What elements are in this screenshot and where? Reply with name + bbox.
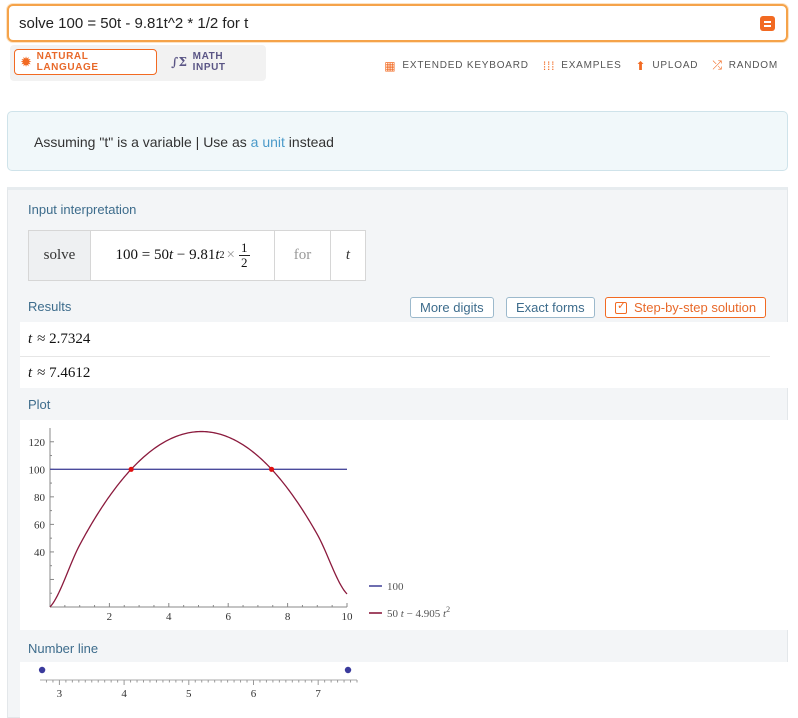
x-tick-label: 4 [166, 611, 172, 623]
upload-icon: ⬆ [635, 58, 647, 73]
equation-exponent: 2 [219, 250, 225, 261]
random-label: RANDOM [728, 60, 778, 71]
compute-icon[interactable] [760, 16, 775, 31]
search-bar[interactable]: solve 100 = 50t - 9.81t^2 * 1/2 for t [7, 4, 788, 42]
result-divider [20, 356, 770, 357]
tab-natural-language-label: NATURAL LANGUAGE [36, 51, 99, 73]
number-line-point [344, 666, 352, 674]
checkbox-icon [615, 299, 627, 314]
x-tick-label: 8 [285, 611, 291, 623]
results-panel: Input interpretation solve 100 = 50 t − … [7, 187, 789, 718]
step-by-step-button[interactable]: Step-by-step solution [605, 297, 767, 318]
number-line-point [38, 666, 46, 674]
legend-label-parabola: 50 t − 4.905 t2 [387, 605, 450, 620]
number-line-tick-label: 3 [57, 688, 63, 700]
number-line-tick-label: 6 [251, 688, 257, 700]
intersection-point [268, 466, 275, 472]
input-interpretation-table: solve 100 = 50 t − 9.81 t2 × 1 2 for t [28, 230, 366, 281]
intersection-point [128, 466, 134, 472]
number-line-title: Number line [28, 641, 99, 656]
examples-button[interactable]: ⁞⁞⁞ EXAMPLES [543, 58, 622, 73]
result-line-2: t ≈ 7.4612 [28, 365, 90, 382]
x-tick-label: 10 [342, 611, 354, 623]
gear-icon: ✹ [21, 55, 32, 69]
result-approx: ≈ [37, 365, 46, 381]
extended-keyboard-label: EXTENDED KEYBOARD [402, 60, 529, 71]
tab-math-input[interactable]: ∫Σ MATH INPUT [165, 49, 263, 75]
series-line-parabola [49, 430, 348, 608]
grid-dots-icon: ⁞⁞⁞ [542, 58, 556, 73]
result-value: 2.7324 [49, 331, 91, 347]
equation-times: × [226, 247, 235, 263]
result-var: t [28, 331, 33, 347]
number-line-tick-label: 7 [315, 688, 321, 700]
input-mode-tabs: ✹ NATURAL LANGUAGE ∫Σ MATH INPUT [10, 45, 266, 81]
equation-mid: − 9.81 [173, 247, 216, 263]
assumption-prefix: Assuming "t" is a variable | Use as [34, 134, 251, 150]
search-input[interactable]: solve 100 = 50t - 9.81t^2 * 1/2 for t [19, 15, 248, 32]
legend-label-100: 100 [387, 581, 404, 593]
y-tick-label: 100 [29, 464, 46, 476]
more-digits-button[interactable]: More digits [410, 297, 494, 318]
assumption-box: Assuming "t" is a variable | Use as a un… [7, 111, 788, 171]
interp-var-cell: t [345, 247, 351, 263]
fraction-numerator: 1 [239, 240, 250, 256]
shuffle-icon: ⤮ [712, 58, 723, 72]
math-input-icon: ∫Σ [171, 55, 188, 69]
toolbar: ▦ EXTENDED KEYBOARD ⁞⁞⁞ EXAMPLES ⬆ UPLOA… [384, 58, 778, 73]
upload-button[interactable]: ⬆ UPLOAD [636, 58, 699, 73]
result-var: t [28, 365, 33, 381]
y-tick-label: 60 [34, 519, 46, 531]
keyboard-icon: ▦ [384, 58, 397, 73]
result-value: 7.4612 [49, 365, 91, 381]
plot-chart: 40 60 80 100 120 2 4 6 8 10 100 50 t − 4.905 t2 [29, 428, 450, 623]
number-line-body: 3 4 5 6 7 [20, 662, 789, 718]
result-approx: ≈ [37, 331, 46, 347]
examples-label: EXAMPLES [561, 60, 622, 71]
extended-keyboard-button[interactable]: ▦ EXTENDED KEYBOARD [384, 58, 529, 73]
result-line-1: t ≈ 2.7324 [28, 331, 90, 348]
tab-math-input-label: MATH INPUT [192, 51, 226, 73]
assumption-unit-link[interactable]: a unit [251, 134, 285, 150]
number-line-tick-label: 5 [186, 688, 192, 700]
plot-title: Plot [28, 397, 51, 412]
number-line-tick-label: 4 [121, 688, 127, 700]
input-interpretation-title: Input interpretation [28, 202, 137, 217]
number-line-chart: 3 4 5 6 7 [38, 666, 358, 700]
step-by-step-label: Step-by-step solution [634, 300, 757, 315]
results-body [20, 322, 789, 388]
equation-lhs: 100 = 50 [115, 247, 169, 263]
plot-body: 40 60 80 100 120 2 4 6 8 10 100 50 t − 4.905 t2 [20, 420, 789, 630]
tab-natural-language[interactable]: ✹ NATURAL LANGUAGE [14, 49, 157, 75]
random-button[interactable]: ⤮ RANDOM [712, 58, 778, 73]
interp-solve-cell: solve [29, 231, 91, 280]
exact-forms-button[interactable]: Exact forms [506, 297, 595, 318]
y-tick-label: 40 [34, 547, 46, 559]
y-tick-label: 120 [29, 437, 46, 449]
interp-equation-cell: 100 = 50 t − 9.81 t2 × 1 2 [91, 231, 275, 280]
assumption-suffix: instead [284, 134, 334, 150]
results-title: Results [28, 299, 72, 314]
fraction-denominator: 2 [241, 255, 248, 270]
x-tick-label: 2 [107, 611, 113, 623]
interp-for-cell: for [275, 231, 331, 280]
y-tick-label: 80 [34, 492, 46, 504]
upload-label: UPLOAD [652, 60, 699, 71]
x-tick-label: 6 [225, 611, 231, 623]
equation-fraction: 1 2 [239, 241, 250, 270]
assumption-text: Assuming "t" is a variable | Use as a un… [34, 134, 334, 150]
